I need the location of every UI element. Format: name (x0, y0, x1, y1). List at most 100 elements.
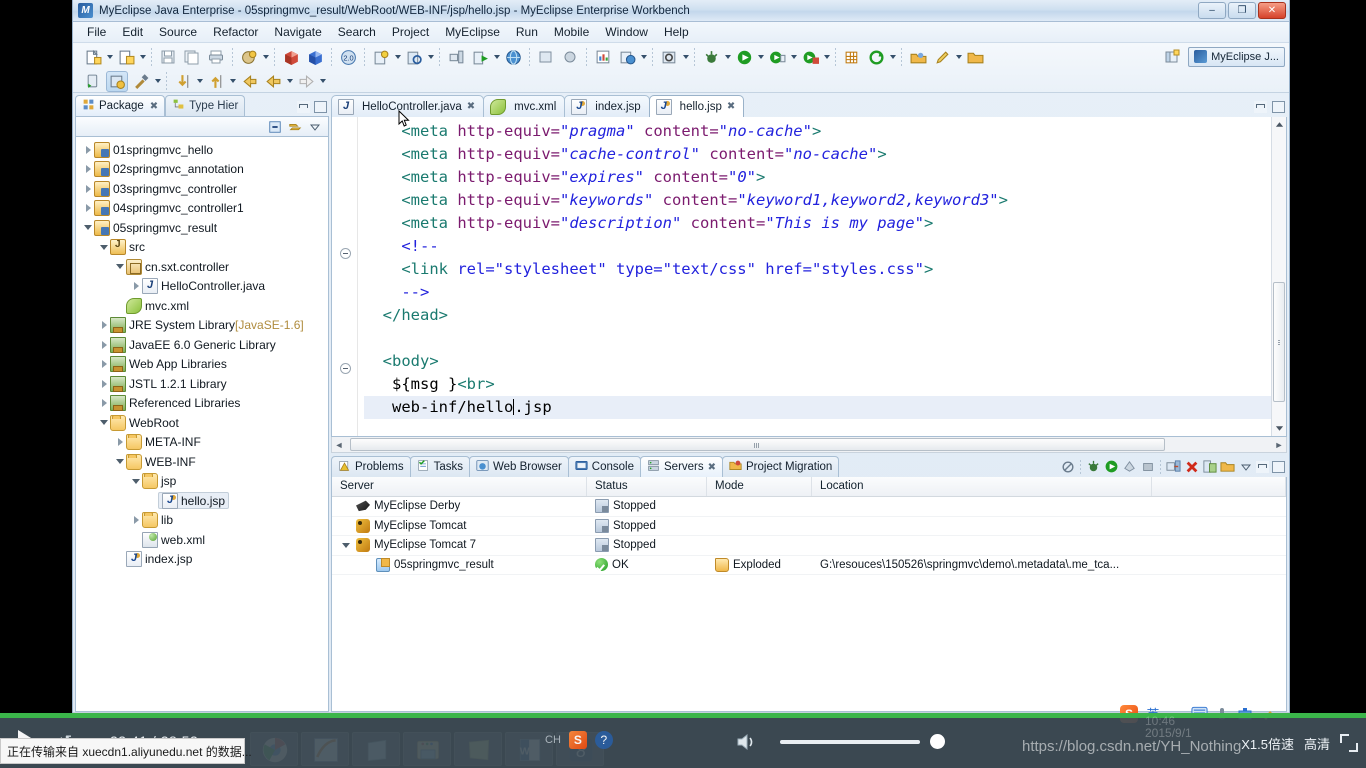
no-publish-icon[interactable] (1060, 459, 1075, 474)
prev-annotation-dropdown-icon[interactable] (228, 71, 237, 91)
menu-myeclipse[interactable]: MyEclipse (437, 23, 508, 41)
tree-item-src[interactable]: src (76, 238, 328, 258)
db-explorer-red-icon[interactable] (280, 47, 302, 68)
editor-tab-mvc-xml[interactable]: mvc.xml (483, 95, 566, 117)
deploy-icon[interactable] (238, 47, 260, 68)
maximize-icon[interactable] (1272, 460, 1285, 473)
menu-mobile[interactable]: Mobile (546, 23, 597, 41)
code-line[interactable]: <body> (364, 350, 1272, 373)
volume-icon[interactable] (735, 732, 757, 754)
help-tray-icon[interactable]: ? (594, 731, 613, 749)
run-history-dropdown-icon[interactable] (789, 47, 798, 67)
expand-arrow-icon[interactable] (114, 436, 126, 448)
bottom-tab-problems[interactable]: Problems (331, 456, 411, 477)
scroll-down-icon[interactable] (1272, 421, 1286, 436)
save-icon[interactable] (157, 47, 179, 68)
new-wizard-icon[interactable] (82, 47, 104, 68)
editor-horizontal-scrollbar[interactable]: ◄ ► (331, 437, 1287, 453)
debug-icon[interactable] (700, 47, 722, 68)
scroll-up-icon[interactable] (1272, 117, 1286, 132)
stop-server-icon[interactable] (1140, 459, 1155, 474)
tree-item-02springmvc-annotation[interactable]: 02springmvc_annotation (76, 160, 328, 180)
collapse-all-icon[interactable] (267, 119, 282, 134)
link-with-editor-icon[interactable] (287, 119, 302, 134)
maximize-icon[interactable] (314, 101, 327, 113)
menu-help[interactable]: Help (656, 23, 697, 41)
sogou-tray-icon[interactable]: S (568, 731, 587, 749)
tree-item-javaee-6-0-generic-library[interactable]: JavaEE 6.0 Generic Library (76, 335, 328, 355)
remove-icon[interactable] (1184, 459, 1199, 474)
forward-dropdown-icon[interactable] (318, 71, 327, 91)
view-menu-icon[interactable] (307, 119, 322, 134)
tree-item-webroot[interactable]: WebRoot (76, 413, 328, 433)
collapse-arrow-icon[interactable] (130, 475, 142, 487)
expand-arrow-icon[interactable] (98, 358, 110, 370)
close-icon[interactable]: ✖ (708, 462, 716, 473)
next-annotation-dropdown-icon[interactable] (195, 71, 204, 91)
code-line[interactable] (364, 327, 1272, 350)
menu-edit[interactable]: Edit (114, 23, 151, 41)
external-tools-dropdown-icon[interactable] (681, 47, 690, 67)
start-server-icon[interactable] (1104, 459, 1119, 474)
editor-tab-hello-jsp[interactable]: hello.jsp ✖ (648, 95, 745, 117)
menu-file[interactable]: File (79, 23, 114, 41)
expand-arrow-icon[interactable] (98, 319, 110, 331)
run-icon[interactable] (733, 47, 755, 68)
tree-item-jre-system-library[interactable]: JRE System Library [JavaSE-1.6] (76, 316, 328, 336)
bottom-tab-console[interactable]: Console (567, 456, 641, 477)
minimize-icon[interactable] (1256, 460, 1269, 473)
build-dropdown-icon[interactable] (153, 71, 162, 91)
quality-label[interactable]: 高清 (1304, 734, 1330, 753)
tree-item-web-app-libraries[interactable]: Web App Libraries (76, 355, 328, 375)
menu-navigate[interactable]: Navigate (266, 23, 329, 41)
back-icon[interactable] (262, 71, 284, 92)
collapse-arrow-icon[interactable] (114, 261, 126, 273)
code-line[interactable]: <meta http-equiv="description" content="… (364, 212, 1272, 235)
scroll-left-icon[interactable]: ◄ (332, 440, 346, 450)
perspective-myeclipse-java[interactable]: MyEclipse J... (1188, 46, 1285, 67)
playback-speed-label[interactable]: X1.5倍速 (1241, 734, 1294, 753)
code-line[interactable]: <meta http-equiv="cache-control" content… (364, 143, 1272, 166)
editor-tab-index-jsp[interactable]: index.jsp (564, 95, 650, 117)
tree-item-cn-sxt-controller[interactable]: cn.sxt.controller (76, 257, 328, 277)
table-row[interactable]: 05springmvc_result OK Exploded G:\resouces\… (332, 556, 1286, 575)
editor-body[interactable]: <meta http-equiv="pragma" content="no-ca… (331, 117, 1287, 437)
close-icon[interactable]: ✖ (727, 101, 735, 112)
tree-item-04springmvc-controller1[interactable]: 04springmvc_controller1 (76, 199, 328, 219)
open-type-icon[interactable] (370, 47, 392, 68)
menu-refactor[interactable]: Refactor (205, 23, 266, 41)
menu-window[interactable]: Window (597, 23, 656, 41)
volume-slider[interactable] (780, 740, 920, 744)
open-folder-icon[interactable] (964, 47, 986, 68)
expand-arrow-icon[interactable] (130, 280, 142, 292)
print-icon[interactable] (205, 47, 227, 68)
annotate-icon[interactable] (931, 47, 953, 68)
mobile-run-icon[interactable] (82, 71, 104, 92)
db-explorer-blue-icon[interactable] (304, 47, 326, 68)
collapse-arrow-icon[interactable] (98, 417, 110, 429)
add-module-icon[interactable] (1202, 459, 1217, 474)
code-line[interactable]: </head> (364, 304, 1272, 327)
code-line[interactable]: --> (364, 281, 1272, 304)
new-table-icon[interactable] (841, 47, 863, 68)
column-header-location[interactable]: Location (812, 477, 1152, 496)
close-button[interactable]: ✕ (1258, 2, 1286, 19)
tree-item-web-inf[interactable]: WEB-INF (76, 452, 328, 472)
bottom-tab-servers[interactable]: Servers ✖ (640, 456, 724, 477)
menu-search[interactable]: Search (330, 23, 384, 41)
web20-icon[interactable]: 2.0 (337, 47, 359, 68)
code-line[interactable]: web-inf/hello.jsp (364, 396, 1272, 419)
expand-arrow-icon[interactable] (82, 202, 94, 214)
refresh-green-icon[interactable] (865, 47, 887, 68)
menu-project[interactable]: Project (384, 23, 437, 41)
table-row[interactable]: MyEclipse Derby Stopped (332, 497, 1286, 517)
globe-icon[interactable] (502, 47, 524, 68)
run-server-dropdown-icon[interactable] (492, 47, 501, 67)
web-service-dropdown-icon[interactable] (639, 47, 648, 67)
tree-item-mvc-xml[interactable]: mvc.xml (76, 296, 328, 316)
servers-table[interactable]: Server Status Mode Location MyEclipse De… (331, 477, 1287, 712)
expand-arrow-icon[interactable] (82, 144, 94, 156)
new-project-icon[interactable] (115, 47, 137, 68)
annotate-dropdown-icon[interactable] (954, 47, 963, 67)
save-all-icon[interactable] (181, 47, 203, 68)
